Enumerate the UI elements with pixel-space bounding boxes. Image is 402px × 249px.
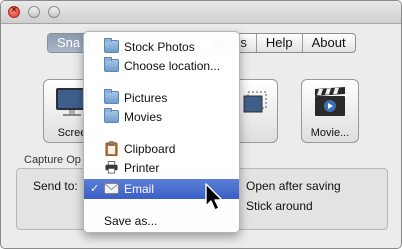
pictures-folder-icon	[104, 89, 119, 104]
menu-item-movies[interactable]: Movies	[84, 107, 239, 127]
menu-item-choose-location[interactable]: Choose location...	[84, 56, 239, 76]
close-window-button[interactable]: ×	[8, 5, 20, 18]
zoom-window-button[interactable]	[48, 6, 60, 18]
menu-item-label: Choose location...	[124, 59, 221, 73]
selection-icon	[243, 91, 267, 113]
menu-item-printer[interactable]: Printer	[84, 158, 239, 178]
close-icon: ×	[10, 5, 18, 15]
checkmark-icon: ✓	[90, 183, 100, 195]
title-bar: ×	[1, 1, 401, 24]
menu-item-save-as[interactable]: Save as...	[84, 211, 239, 231]
tab-help[interactable]: Help	[255, 34, 302, 52]
folder-icon	[104, 57, 119, 72]
envelope-icon	[104, 183, 119, 194]
movies-folder-icon	[104, 108, 119, 123]
open-after-saving-checkbox[interactable]: Open after saving	[246, 179, 341, 193]
menu-item-label: Clipboard	[124, 142, 176, 156]
menu-separator	[84, 131, 239, 132]
menu-item-label: Stock Photos	[124, 40, 195, 54]
clapperboard-icon	[315, 87, 345, 116]
clipboard-icon	[105, 141, 118, 156]
menu-item-label: Printer	[124, 161, 160, 175]
capture-movie-label: Movie...	[310, 127, 350, 139]
capture-movie-button[interactable]: Movie...	[301, 79, 359, 143]
stick-around-checkbox[interactable]: Stick around	[246, 199, 313, 213]
capture-selection-button[interactable]	[238, 79, 278, 143]
minimize-window-button[interactable]	[28, 6, 40, 18]
menu-item-label: Movies	[124, 110, 163, 124]
app-window: × Sna ances Help About Scree	[0, 0, 402, 249]
menu-item-label: Email	[124, 182, 155, 196]
folder-icon	[104, 38, 119, 53]
capture-options-title: Capture Op	[24, 154, 81, 166]
menu-item-label: Pictures	[124, 91, 168, 105]
menu-item-clipboard[interactable]: Clipboard	[84, 139, 239, 159]
send-to-label: Send to:	[33, 179, 78, 193]
menu-item-label: Save as...	[104, 214, 158, 228]
printer-icon	[105, 161, 118, 174]
tab-about[interactable]: About	[301, 34, 355, 52]
menu-item-pictures[interactable]: Pictures	[84, 88, 239, 108]
menu-item-stock-photos[interactable]: Stock Photos	[84, 37, 239, 57]
menu-separator	[84, 80, 239, 81]
mouse-cursor-icon	[205, 183, 223, 211]
